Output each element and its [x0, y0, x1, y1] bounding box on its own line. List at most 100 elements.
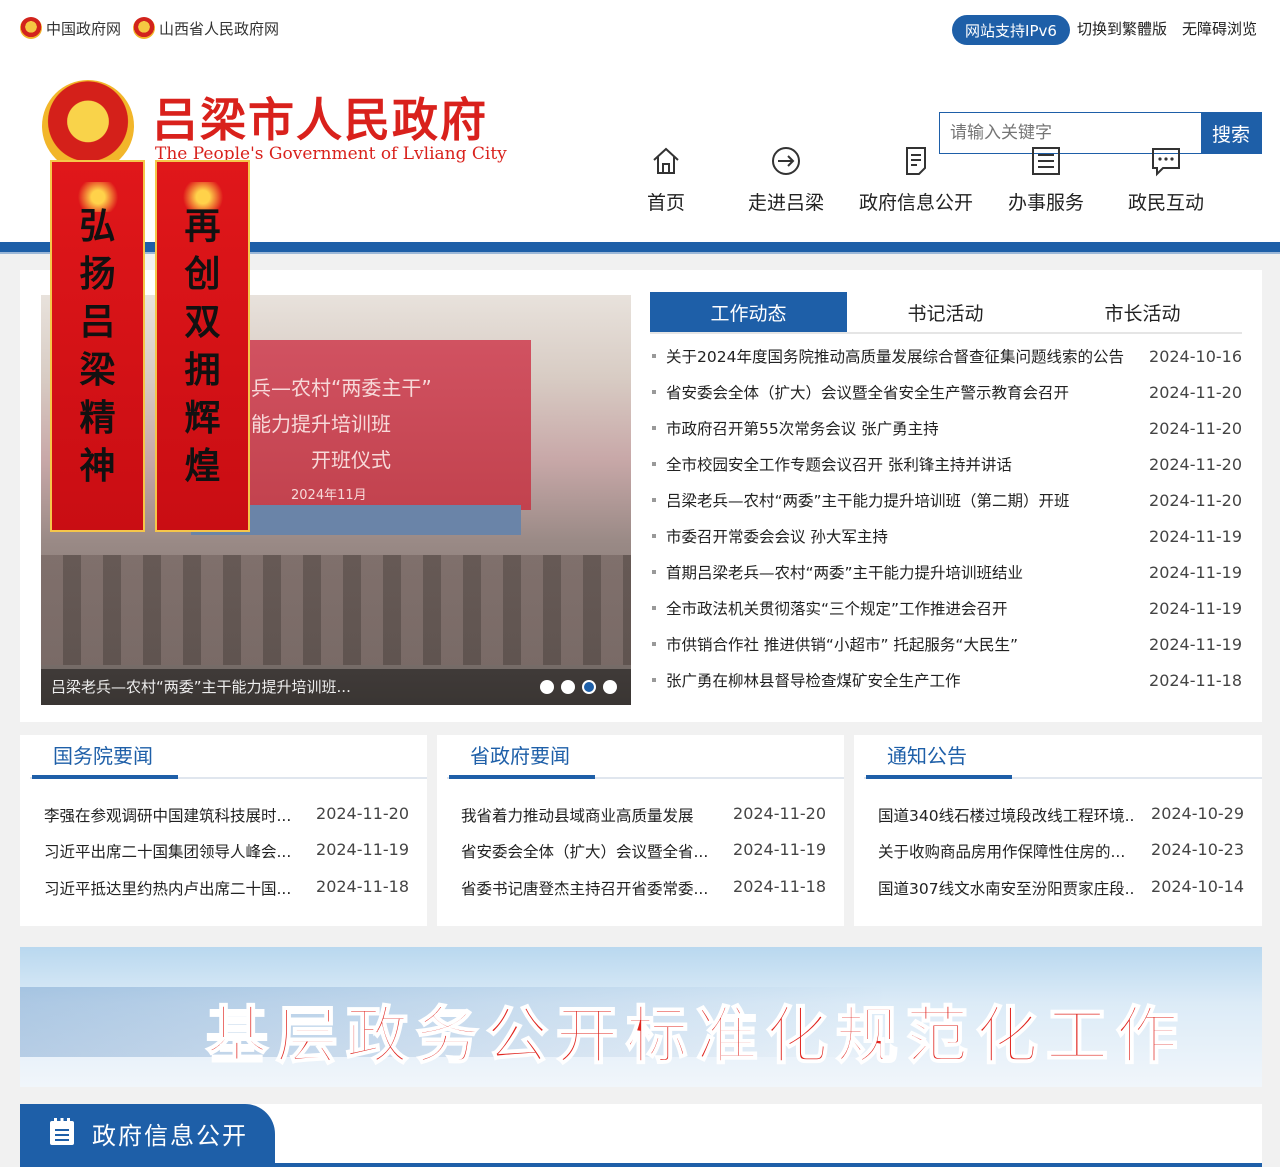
nav-services-label: 办事服务: [1007, 192, 1084, 214]
list-item[interactable]: 全市校园安全工作专题会议召开 张利锋主持并讲话 2024-11-20: [650, 447, 1242, 483]
couplet-char: 创: [184, 253, 221, 295]
news-date: 2024-10-16: [1149, 347, 1242, 366]
news-date: 2024-11-20: [1149, 491, 1242, 510]
couplet-banner-right: 再创双拥辉煌: [155, 160, 250, 532]
item-title[interactable]: 省委书记唐登杰主持召开省委常委...: [461, 877, 716, 899]
slide-screen-text: 兵—农村“两委主干” 能力提升培训班 开班仪式 2024年11月: [251, 370, 432, 514]
item-title[interactable]: 省安委会全体（扩大）会议暨全省...: [461, 840, 716, 862]
ad-banner-text: 基层政务公开标准化规范化工作: [205, 998, 1187, 1073]
couplet-char: 扬: [79, 253, 116, 295]
list-item[interactable]: 习近平抵达里约热内卢出席二十国... 2024-11-18: [44, 869, 409, 905]
couplet-char: 弘: [79, 205, 116, 247]
list-item[interactable]: 关于2024年度国务院推动高质量发展综合督查征集问题线索的公告 2024-10-1…: [650, 339, 1242, 375]
item-date: 2024-10-14: [1151, 877, 1244, 896]
item-title[interactable]: 国道340线石楼过境段改线工程环境...: [878, 804, 1133, 826]
item-title[interactable]: 关于收购商品房用作保障性住房的...: [878, 840, 1133, 862]
link-shanxi-gov[interactable]: 山西省人民政府网: [133, 14, 279, 42]
box-notices: 通知公告 国道340线石楼过境段改线工程环境... 2024-10-29 关于收购…: [854, 735, 1262, 926]
couplet-right-text: 再创双拥辉煌: [157, 202, 248, 490]
news-title[interactable]: 关于2024年度国务院推动高质量发展综合督查征集问题线索的公告: [666, 345, 1141, 367]
couplet-char: 双: [184, 301, 221, 343]
news-title[interactable]: 市政府召开第55次常务会议 张广勇主持: [666, 417, 1141, 439]
slider-dot[interactable]: [603, 680, 617, 694]
section-gov-info: 政府信息公开: [20, 1104, 1262, 1167]
list-item[interactable]: 国道307线文水南安至汾阳贾家庄段... 2024-10-14: [878, 869, 1244, 905]
tab-mayor-activities[interactable]: 市长活动: [1044, 292, 1241, 332]
traditional-chinese-link[interactable]: 切换到繁體版: [1077, 18, 1167, 39]
news-title[interactable]: 全市校园安全工作专题会议召开 张利锋主持并讲话: [666, 453, 1141, 475]
news-title[interactable]: 吕梁老兵—农村“两委”主干能力提升培训班（第二期）开班: [666, 489, 1141, 511]
item-date: 2024-11-20: [733, 804, 826, 823]
item-title[interactable]: 习近平出席二十国集团领导人峰会...: [44, 840, 299, 862]
list-item[interactable]: 吕梁老兵—农村“两委”主干能力提升培训班（第二期）开班 2024-11-20: [650, 483, 1242, 519]
item-title[interactable]: 李强在参观调研中国建筑科技展时...: [44, 804, 299, 826]
slide-audience: [41, 555, 631, 665]
nav-home-label: 首页: [646, 192, 685, 214]
document-icon: [906, 147, 926, 175]
slide-screen-line: 开班仪式: [311, 448, 391, 472]
item-title[interactable]: 国道307线文水南安至汾阳贾家庄段...: [878, 877, 1133, 899]
news-title[interactable]: 市委召开常委会会议 孙大军主持: [666, 525, 1141, 547]
list-item[interactable]: 省安委会全体（扩大）会议暨全省安全生产警示教育会召开 2024-11-20: [650, 375, 1242, 411]
box-title[interactable]: 省政府要闻: [449, 735, 595, 779]
site-title[interactable]: 吕梁市人民政府: [152, 84, 488, 150]
nav-interaction-label: 政民互动: [1127, 192, 1204, 214]
news-title[interactable]: 省安委会全体（扩大）会议暨全省安全生产警示教育会召开: [666, 381, 1141, 403]
list-item[interactable]: 关于收购商品房用作保障性住房的... 2024-10-23: [878, 832, 1244, 868]
news-title[interactable]: 全市政法机关贯彻落实“三个规定”工作推进会召开: [666, 597, 1141, 619]
accessibility-link[interactable]: 无障碍浏览: [1182, 18, 1257, 39]
list-item[interactable]: 我省着力推动县域商业高质量发展 2024-11-20: [461, 796, 826, 832]
couplet-left-text: 弘扬吕梁精神: [52, 202, 143, 490]
couplet-char: 神: [79, 445, 116, 487]
tab-secretary-activities[interactable]: 书记活动: [847, 292, 1044, 332]
box-title[interactable]: 国务院要闻: [32, 735, 178, 779]
arrow-circle-icon: [772, 147, 800, 175]
list-item[interactable]: 习近平出席二十国集团领导人峰会... 2024-11-19: [44, 832, 409, 868]
link-shanxi-gov-label: 山西省人民政府网: [159, 19, 280, 38]
couplet-char: 拥: [184, 349, 221, 391]
list-item[interactable]: 李强在参观调研中国建筑科技展时... 2024-11-20: [44, 796, 409, 832]
section-tab[interactable]: 政府信息公开: [20, 1104, 275, 1163]
news-date: 2024-11-20: [1149, 455, 1242, 474]
link-central-gov[interactable]: 中国政府网: [20, 14, 121, 42]
news-tabs: 工作动态 书记活动 市长活动: [650, 292, 1242, 334]
couplet-char: 辉: [184, 397, 221, 439]
calendar-list-icon: [50, 1118, 74, 1145]
slider-dot-active[interactable]: [582, 680, 596, 694]
home-icon: [653, 147, 679, 174]
nav-services[interactable]: 办事服务: [986, 144, 1106, 224]
list-item[interactable]: 市政府召开第55次常务会议 张广勇主持 2024-11-20: [650, 411, 1242, 447]
news-date: 2024-11-19: [1149, 599, 1242, 618]
news-title[interactable]: 张广勇在柳林县督导检查煤矿安全生产工作: [666, 669, 1141, 691]
list-item[interactable]: 省安委会全体（扩大）会议暨全省... 2024-11-19: [461, 832, 826, 868]
box-title[interactable]: 通知公告: [866, 735, 1012, 779]
slider-dot[interactable]: [540, 680, 554, 694]
list-item[interactable]: 全市政法机关贯彻落实“三个规定”工作推进会召开 2024-11-19: [650, 591, 1242, 627]
list-item[interactable]: 省委书记唐登杰主持召开省委常委... 2024-11-18: [461, 869, 826, 905]
list-item[interactable]: 张广勇在柳林县督导检查煤矿安全生产工作 2024-11-18: [650, 663, 1242, 699]
nav-about[interactable]: 走进吕梁: [726, 144, 846, 224]
list-item[interactable]: 国道340线石楼过境段改线工程环境... 2024-10-29: [878, 796, 1244, 832]
news-date: 2024-11-19: [1149, 563, 1242, 582]
item-date: 2024-10-23: [1151, 840, 1244, 859]
national-emblem-icon: [133, 17, 155, 39]
national-emblem-logo: [42, 80, 134, 172]
nav-home[interactable]: 首页: [606, 144, 726, 224]
news-title[interactable]: 市供销合作社 推进供销“小超市” 托起服务“大民生”: [666, 633, 1141, 655]
slider-dots: [540, 680, 617, 694]
tab-work-news[interactable]: 工作动态: [650, 292, 847, 332]
slider-dot[interactable]: [561, 680, 575, 694]
box-header: 国务院要闻: [30, 735, 427, 779]
section-title: 政府信息公开: [92, 1122, 248, 1150]
item-title[interactable]: 习近平抵达里约热内卢出席二十国...: [44, 877, 299, 899]
couplet-char: 再: [184, 205, 221, 247]
item-title[interactable]: 我省着力推动县域商业高质量发展: [461, 804, 716, 826]
nav-gov-info[interactable]: 政府信息公开: [856, 144, 976, 224]
news-title[interactable]: 首期吕梁老兵—农村“两委”主干能力提升培训班结业: [666, 561, 1141, 583]
list-item[interactable]: 市供销合作社 推进供销“小超市” 托起服务“大民生” 2024-11-19: [650, 627, 1242, 663]
list-item[interactable]: 首期吕梁老兵—农村“两委”主干能力提升培训班结业 2024-11-19: [650, 555, 1242, 591]
nav-interaction[interactable]: 政民互动: [1106, 144, 1226, 224]
list-item[interactable]: 市委召开常委会会议 孙大军主持 2024-11-19: [650, 519, 1242, 555]
gov-affairs-ad-banner[interactable]: 基层政务公开标准化规范化工作: [20, 947, 1262, 1087]
national-emblem-icon: [20, 17, 42, 39]
